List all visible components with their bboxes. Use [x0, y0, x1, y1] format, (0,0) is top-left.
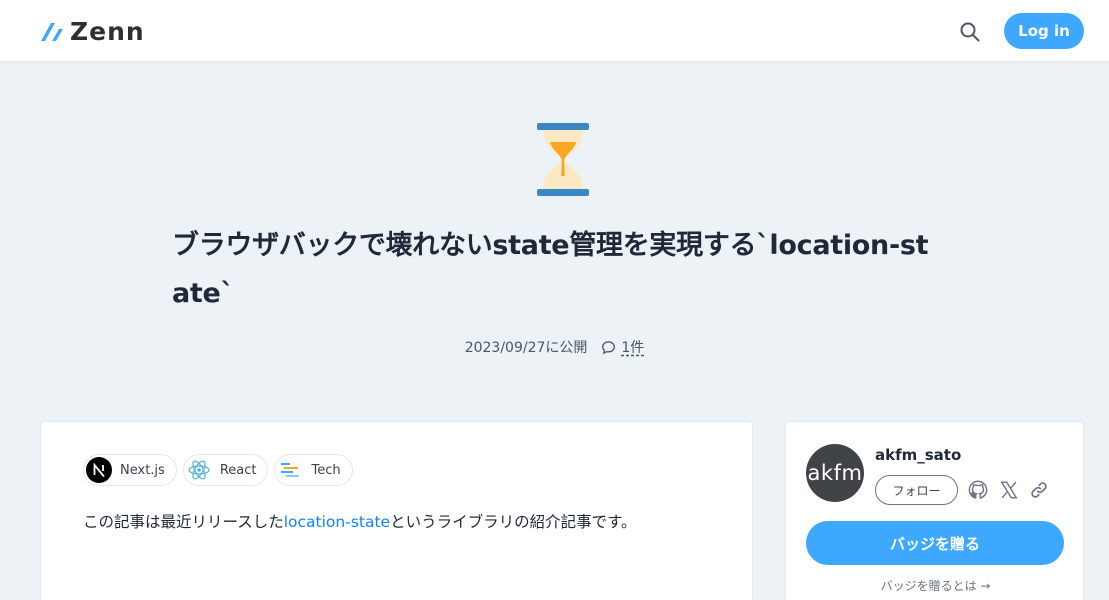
github-icon[interactable] — [967, 479, 989, 501]
intro-text-after: というライブラリの紹介記事です。 — [390, 513, 637, 531]
avatar[interactable]: akfm — [806, 444, 864, 502]
author-card: akfm akfm_sato フォロー バッジを贈る バッジを贈るとは → — [785, 421, 1084, 600]
search-icon[interactable] — [958, 20, 982, 44]
comments-link[interactable]: 1件 — [601, 337, 644, 357]
hourglass-icon — [537, 123, 589, 196]
nextjs-icon — [86, 457, 112, 483]
react-icon — [186, 457, 212, 483]
site-header: Zenn Log in — [0, 0, 1109, 62]
x-icon[interactable] — [998, 479, 1020, 501]
published-date: 2023/09/27に公開 — [464, 340, 588, 356]
article-meta: 2023/09/27に公開 1件 — [0, 337, 1109, 357]
tech-icon — [277, 457, 303, 483]
article-title: ブラウザバックで壊れないstate管理を実現する`location-state` — [172, 230, 929, 309]
follow-button[interactable]: フォロー — [875, 475, 958, 505]
link-icon[interactable] — [1028, 479, 1050, 501]
topic-label: Tech — [311, 462, 341, 478]
article-body-card: Next.js React Tech この記事は最近リリースしたlocation… — [40, 421, 753, 600]
zenn-logo-icon — [41, 23, 63, 41]
comment-icon — [602, 340, 616, 354]
intro-paragraph: この記事は最近リリースしたlocation-stateというライブラリの紹介記事… — [83, 510, 637, 534]
topic-list: Next.js React Tech — [83, 454, 353, 486]
badge-help-link[interactable]: バッジを贈るとは → — [786, 577, 1085, 594]
topic-tech[interactable]: Tech — [274, 454, 353, 486]
topic-label: Next.js — [120, 462, 165, 478]
topic-label: React — [219, 462, 257, 478]
logo-text: Zenn — [70, 16, 145, 46]
zenn-logo[interactable]: Zenn — [40, 16, 145, 46]
topic-react[interactable]: React — [182, 454, 269, 486]
author-name[interactable]: akfm_sato — [875, 446, 961, 464]
topic-nextjs[interactable]: Next.js — [83, 454, 177, 486]
login-button[interactable]: Log in — [1004, 13, 1084, 49]
location-state-link[interactable]: location-state — [284, 513, 390, 531]
comment-count: 1件 — [621, 340, 645, 356]
send-badge-button[interactable]: バッジを贈る — [806, 521, 1064, 565]
intro-text: この記事は最近リリースした — [83, 513, 284, 531]
